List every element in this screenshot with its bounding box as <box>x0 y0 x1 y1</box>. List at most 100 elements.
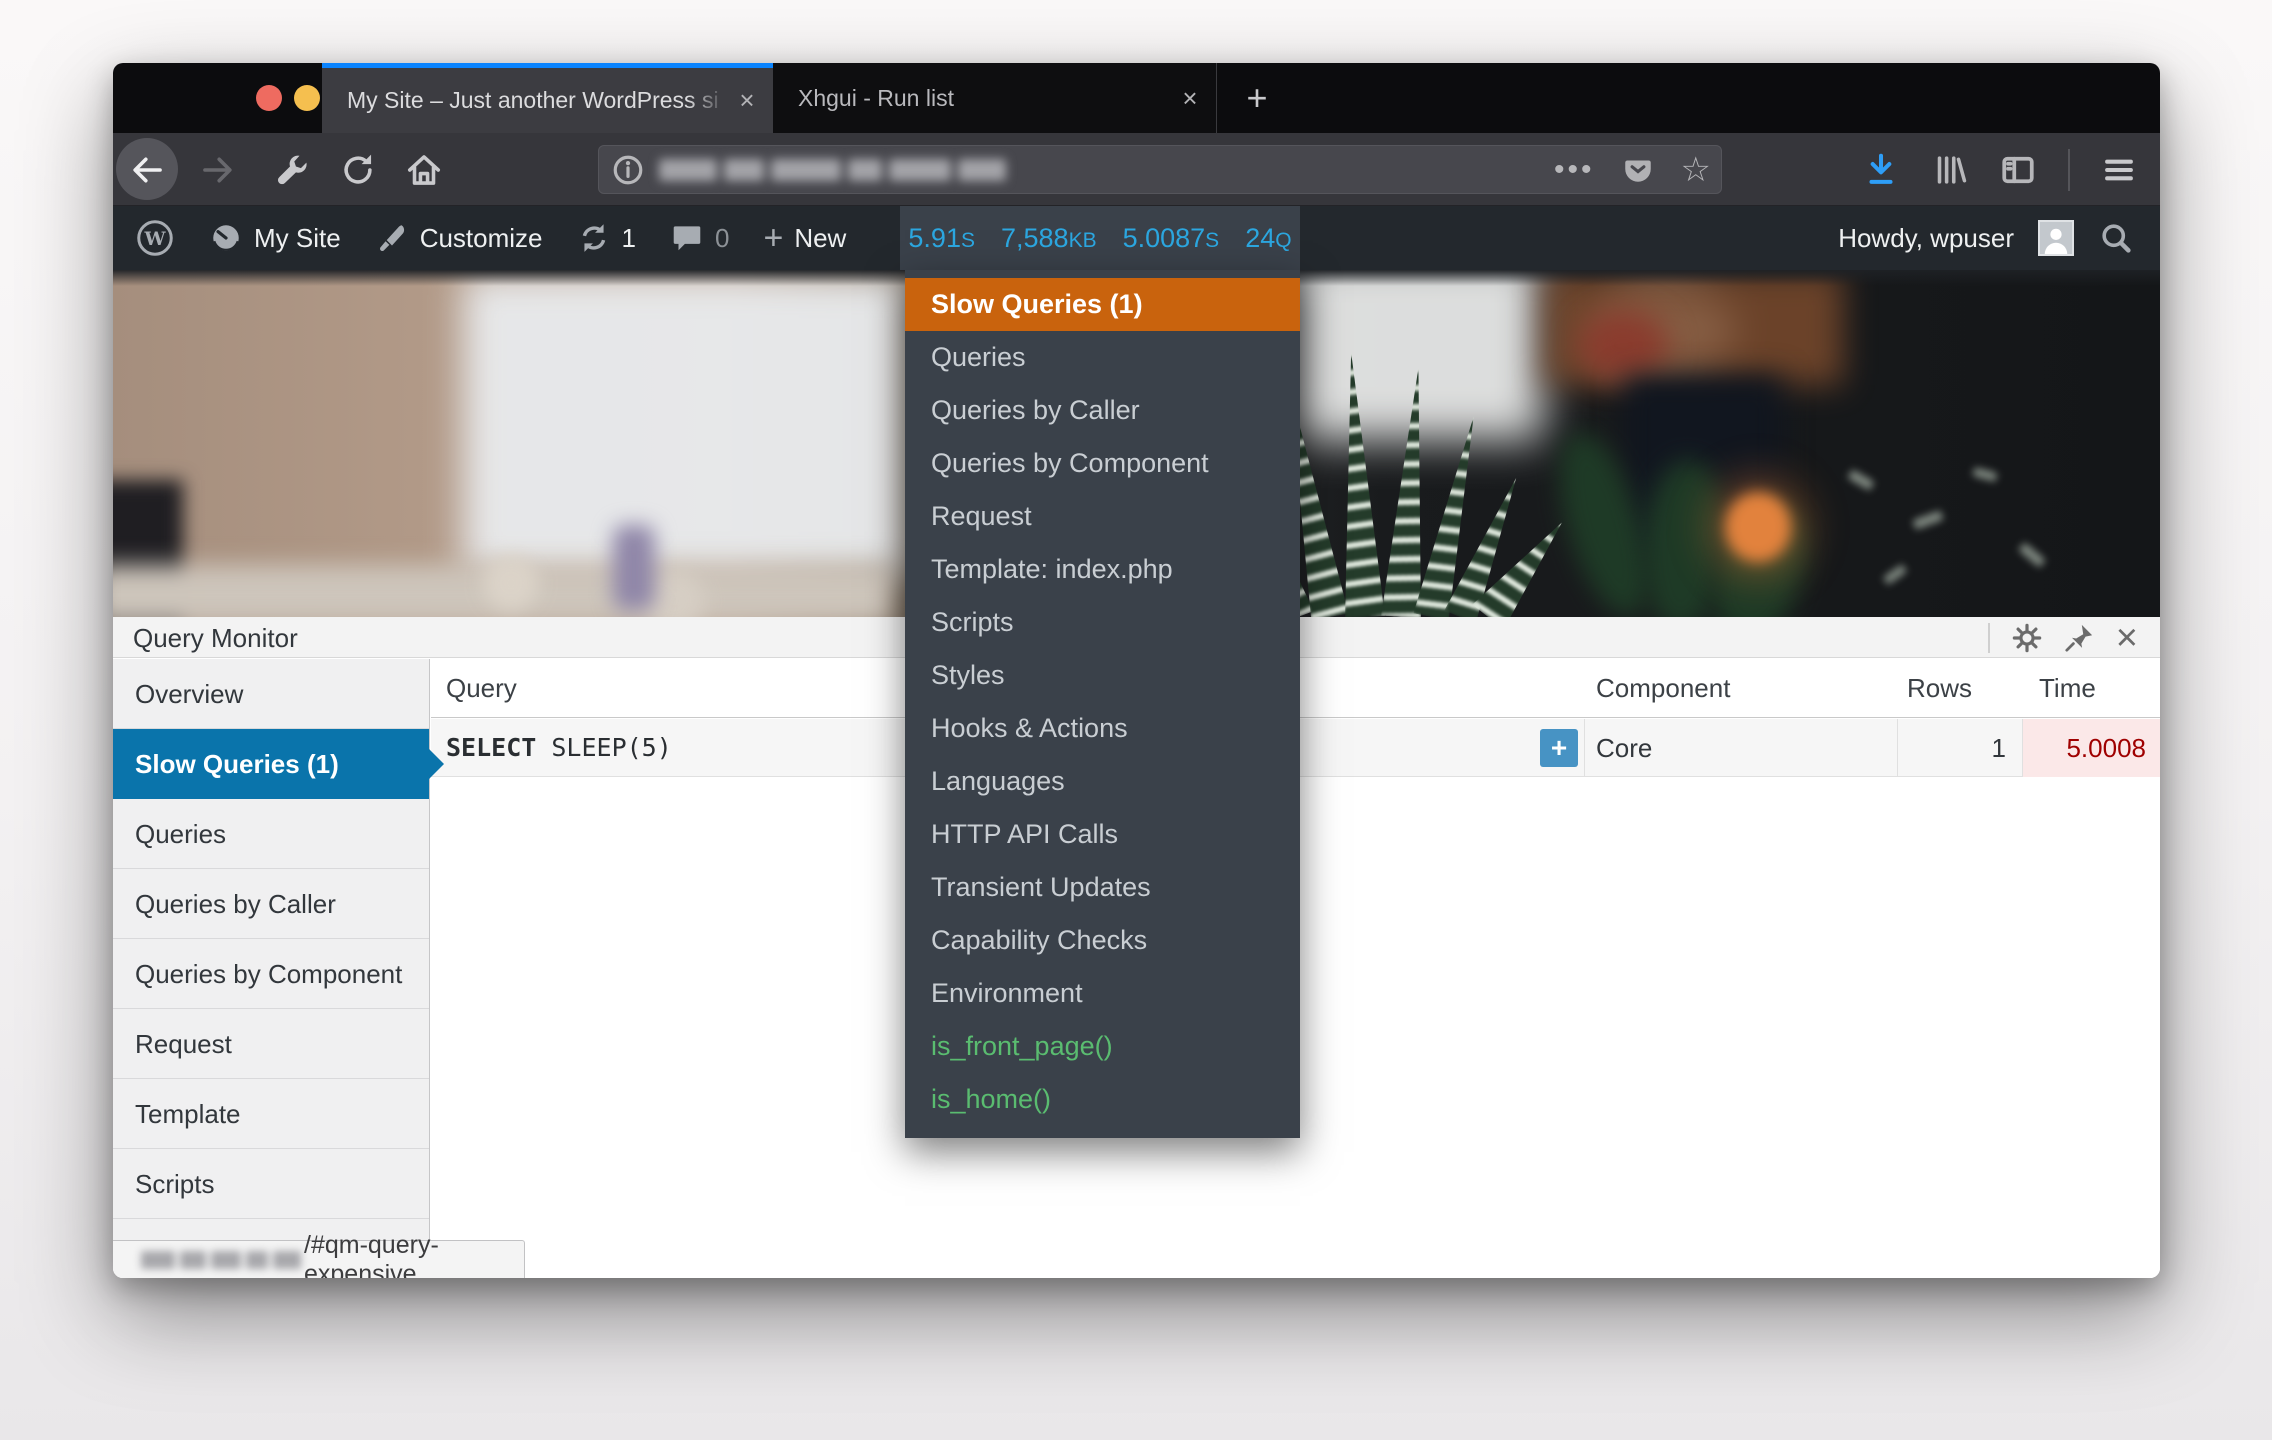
qm-menu-http-api-calls[interactable]: HTTP API Calls <box>905 808 1300 861</box>
pocket-icon[interactable] <box>1621 153 1655 187</box>
new-label: New <box>794 223 846 254</box>
qm-stat-query-time[interactable]: 5.0087s <box>1123 223 1220 254</box>
qm-pin-panel-icon[interactable] <box>2064 623 2094 653</box>
tab-close-icon[interactable]: × <box>1170 83 1210 114</box>
qm-menu-languages[interactable]: Languages <box>905 755 1300 808</box>
qm-settings-gear-icon[interactable] <box>2012 623 2042 653</box>
reload-icon[interactable] <box>339 151 377 189</box>
qm-query-sql: SELECT SLEEP(5) <box>446 719 672 777</box>
qm-tab-scripts[interactable]: Scripts <box>113 1149 429 1219</box>
site-info-icon[interactable] <box>611 153 645 187</box>
close-window-button[interactable] <box>256 85 282 111</box>
minimize-window-button[interactable] <box>294 85 320 111</box>
qm-col-time-header[interactable]: Time <box>2039 659 2096 718</box>
url-bar[interactable]: ••• ☆ <box>598 145 1722 194</box>
page-tools-wrench-icon[interactable] <box>271 151 309 189</box>
tab-title: Xhgui - Run list <box>798 85 1170 112</box>
library-icon[interactable] <box>1930 151 1968 189</box>
updates-menu[interactable]: 1 <box>577 221 636 255</box>
download-icon[interactable] <box>1862 151 1900 189</box>
status-url-suffix: /#qm-query-expensive <box>304 1231 524 1279</box>
qm-expand-toggle-button[interactable]: + <box>1540 729 1578 767</box>
qm-panel-title: Query Monitor <box>133 623 298 654</box>
qm-tab-request[interactable]: Request <box>113 1009 429 1079</box>
qm-tab-overview[interactable]: Overview <box>113 659 429 729</box>
tab-close-icon[interactable]: × <box>727 85 767 116</box>
comments-menu[interactable]: 0 <box>670 221 729 255</box>
status-url-redacted <box>141 1251 301 1269</box>
qm-menu-transient-updates[interactable]: Transient Updates <box>905 861 1300 914</box>
updates-count: 1 <box>622 223 636 254</box>
howdy-account-menu[interactable]: Howdy, wpuser <box>1838 223 2014 254</box>
tab-title: My Site – Just another WordPress si <box>347 87 727 114</box>
tab-my-site[interactable]: My Site – Just another WordPress si × <box>322 63 773 133</box>
back-icon[interactable] <box>128 151 166 189</box>
qm-tab-template[interactable]: Template <box>113 1079 429 1149</box>
qm-col-rows-header[interactable]: Rows <box>1897 659 2022 718</box>
qm-menu-queries-by-component[interactable]: Queries by Component <box>905 437 1300 490</box>
qm-close-panel-icon[interactable]: × <box>2116 623 2138 653</box>
svg-text:W: W <box>143 228 166 250</box>
tab-xhgui[interactable]: Xhgui - Run list × <box>773 63 1217 133</box>
qm-stat-page-time[interactable]: 5.91s <box>908 223 975 254</box>
qm-menu-hooks-actions[interactable]: Hooks & Actions <box>905 702 1300 755</box>
plus-icon: + <box>763 226 783 250</box>
hamburger-menu-icon[interactable] <box>2100 151 2138 189</box>
tab-strip: My Site – Just another WordPress si × Xh… <box>113 63 2160 133</box>
qm-col-query-header[interactable]: Query <box>446 659 517 718</box>
bokeh-light <box>1725 492 1791 562</box>
search-icon[interactable] <box>2098 220 2134 256</box>
qm-tab-slow-queries[interactable]: Slow Queries (1) <box>113 729 429 799</box>
desktop-background: My Site – Just another WordPress si × Xh… <box>0 0 2272 1440</box>
qm-menu-styles[interactable]: Styles <box>905 649 1300 702</box>
link-status-tooltip: /#qm-query-expensive <box>113 1240 525 1278</box>
qm-menu-template[interactable]: Template: index.php <box>905 543 1300 596</box>
comment-bubble-icon <box>670 221 704 255</box>
toolbar-separator <box>2068 149 2070 191</box>
qm-col-component-header[interactable]: Component <box>1596 659 1730 718</box>
qm-stat-memory[interactable]: 7,588kb <box>1001 223 1097 254</box>
qm-query-rows: 1 <box>1897 719 2006 777</box>
new-content-menu[interactable]: + New <box>763 223 846 254</box>
home-icon[interactable] <box>405 151 443 189</box>
qm-query-time: 5.0008 <box>2023 719 2160 777</box>
page-actions-icon[interactable]: ••• <box>1554 160 1595 180</box>
updates-cycle-icon <box>577 221 611 255</box>
sidebar-toggle-icon[interactable] <box>1998 150 2038 190</box>
paintbrush-icon <box>375 221 409 255</box>
qm-sidebar: Overview Slow Queries (1) Queries Querie… <box>113 659 430 1278</box>
query-monitor-admin-bar-menu[interactable]: 5.91s 7,588kb 5.0087s 24q <box>900 206 1300 270</box>
qm-menu-scripts[interactable]: Scripts <box>905 596 1300 649</box>
navigation-toolbar: ••• ☆ <box>113 133 2160 206</box>
qm-tab-queries-by-component[interactable]: Queries by Component <box>113 939 429 1009</box>
customize-menu[interactable]: Customize <box>375 221 543 255</box>
new-tab-button[interactable]: + <box>1235 77 1279 121</box>
qm-tab-queries-by-caller[interactable]: Queries by Caller <box>113 869 429 939</box>
my-site-label: My Site <box>254 223 341 254</box>
qm-stat-query-count[interactable]: 24q <box>1245 223 1291 254</box>
qm-admin-bar-dropdown: Slow Queries (1) Queries Queries by Call… <box>905 270 1300 1138</box>
qm-menu-is-home[interactable]: is_home() <box>905 1073 1300 1126</box>
qm-menu-request[interactable]: Request <box>905 490 1300 543</box>
wordpress-logo-icon[interactable]: W <box>135 218 175 258</box>
qm-menu-is-front-page[interactable]: is_front_page() <box>905 1020 1300 1073</box>
dashboard-gauge-icon <box>209 221 243 255</box>
comments-count: 0 <box>715 223 729 254</box>
url-text-redacted <box>659 159 1006 181</box>
qm-menu-slow-queries[interactable]: Slow Queries (1) <box>905 278 1300 331</box>
qm-titlebar-separator <box>1988 623 1990 653</box>
qm-menu-queries-by-caller[interactable]: Queries by Caller <box>905 384 1300 437</box>
qm-query-component: Core <box>1596 719 1652 777</box>
qm-menu-queries[interactable]: Queries <box>905 331 1300 384</box>
forward-icon[interactable] <box>199 151 237 189</box>
qm-menu-capability-checks[interactable]: Capability Checks <box>905 914 1300 967</box>
wp-admin-bar: W My Site Customize 1 0 + <box>113 206 2160 270</box>
user-silhouette-icon <box>2041 224 2071 254</box>
blurred-window-light <box>463 275 908 575</box>
my-site-menu[interactable]: My Site <box>209 221 341 255</box>
avatar[interactable] <box>2038 220 2074 256</box>
bookmark-star-icon[interactable]: ☆ <box>1681 150 1711 190</box>
browser-window: My Site – Just another WordPress si × Xh… <box>113 63 2160 1278</box>
qm-tab-queries[interactable]: Queries <box>113 799 429 869</box>
qm-menu-environment[interactable]: Environment <box>905 967 1300 1020</box>
